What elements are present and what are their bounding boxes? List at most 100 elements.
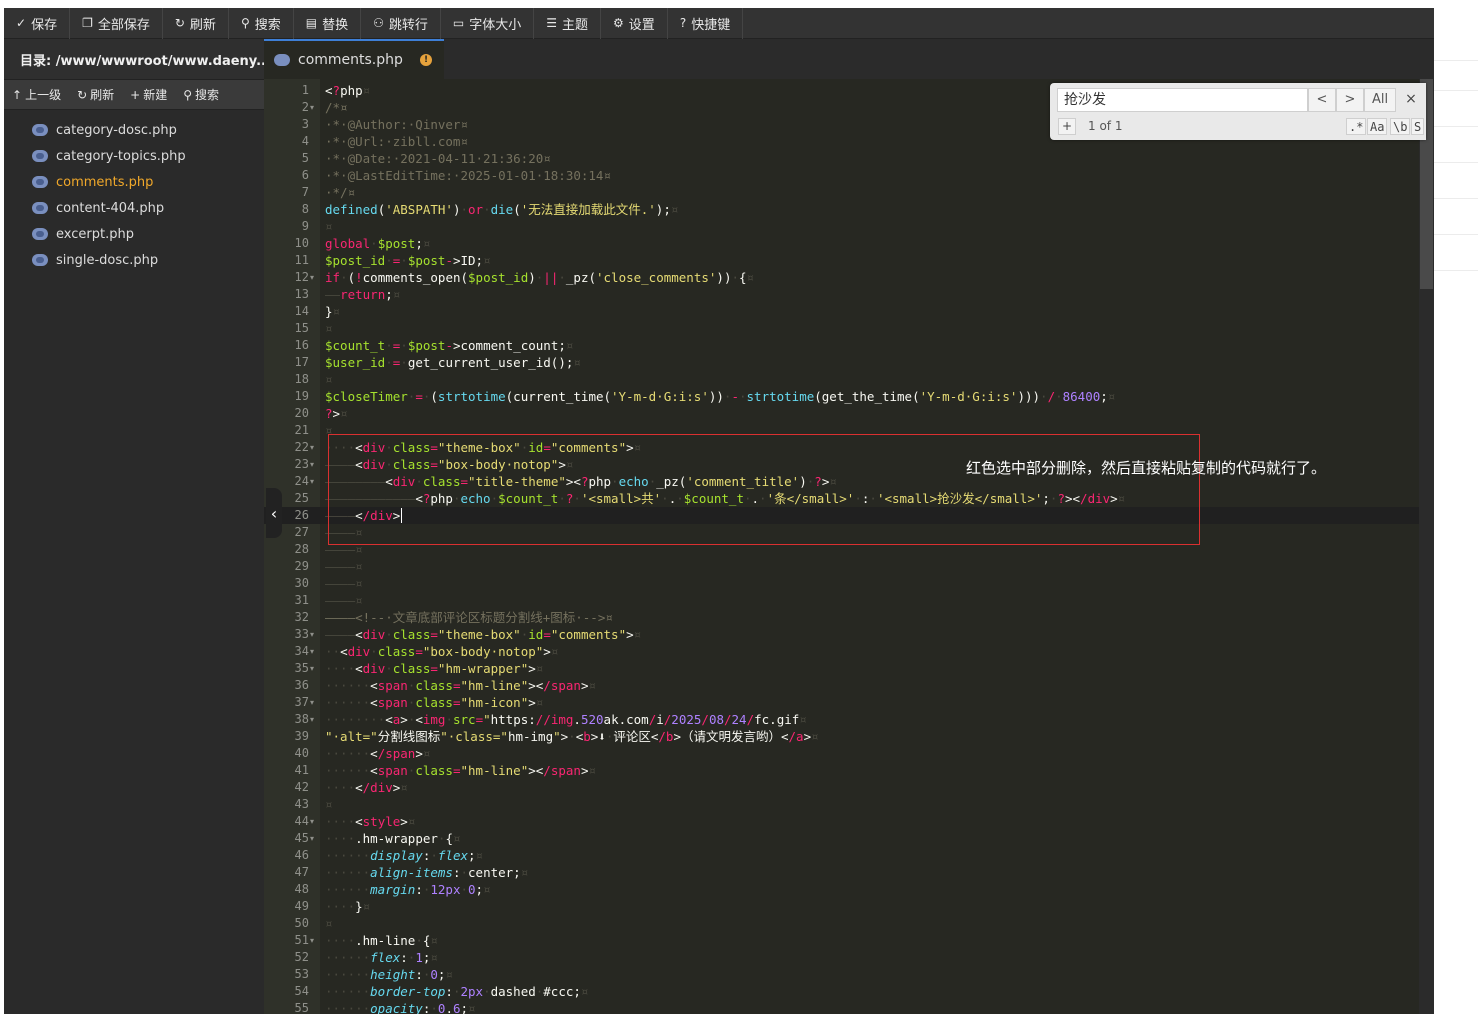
replace-button[interactable]: ▤ 替换 xyxy=(294,8,362,39)
code-line[interactable]: 16 $count_t·=·$post->comment_count;¤ xyxy=(264,337,1419,354)
code-line[interactable]: 15 ¤ xyxy=(264,320,1419,337)
code-line[interactable]: 44 ▾ ····<style>¤ xyxy=(264,813,1419,830)
fold-arrow-icon[interactable]: ▾ xyxy=(310,830,314,847)
shortcuts-button[interactable]: ? 快捷键 xyxy=(668,8,744,39)
code-line[interactable]: 46 ······display:·flex;¤ xyxy=(264,847,1419,864)
editor-scrollbar[interactable] xyxy=(1419,79,1434,1014)
code-line[interactable]: 10 global·$post;¤ xyxy=(264,235,1419,252)
code-line[interactable]: 54 ······border-top:·2px·dashed·#ccc;¤ xyxy=(264,983,1419,1000)
sidebar-search-icon: ⚲ xyxy=(183,87,193,102)
fold-arrow-icon[interactable]: ▾ xyxy=(310,439,314,456)
whole-word-toggle[interactable]: \b xyxy=(1390,118,1411,135)
find-all-button[interactable]: All xyxy=(1364,88,1396,112)
code-line[interactable]: 14}¤ xyxy=(264,303,1419,320)
fold-arrow-icon[interactable]: ▾ xyxy=(310,99,314,116)
code-line[interactable]: 47 ······align-items:·center;¤ xyxy=(264,864,1419,881)
fold-arrow-icon[interactable]: ▾ xyxy=(310,456,314,473)
code-line[interactable]: 5 ·*·@Date:·2021-04-11·21:36:20¤ xyxy=(264,150,1419,167)
fold-arrow-icon[interactable]: ▾ xyxy=(310,626,314,643)
fold-arrow-icon[interactable]: ▾ xyxy=(310,932,314,949)
line-number: 53 xyxy=(294,967,309,981)
strip-divider xyxy=(1434,198,1478,199)
fold-arrow-icon[interactable]: ▾ xyxy=(310,643,314,660)
fold-arrow-icon[interactable]: ▾ xyxy=(310,473,314,490)
goto-line-button[interactable]: ⚇ 跳转行 xyxy=(361,8,441,39)
code-line[interactable]: 7 ·*/¤ xyxy=(264,184,1419,201)
code-text: ····<div·class="hm-wrapper">¤ xyxy=(325,661,544,676)
code-line[interactable]: 40 ······</span>¤ xyxy=(264,745,1419,762)
close-search-icon[interactable]: × xyxy=(1402,88,1420,112)
file-item[interactable]: content-404.php xyxy=(4,195,264,221)
theme-button[interactable]: ☰ 主题 xyxy=(534,8,602,39)
file-item[interactable]: excerpt.php xyxy=(4,221,264,247)
line-number: 30 xyxy=(294,576,309,590)
file-item[interactable]: comments.php xyxy=(4,169,264,195)
fold-arrow-icon[interactable]: ▾ xyxy=(310,711,314,728)
regex-toggle[interactable]: .* xyxy=(1346,118,1367,135)
code-line[interactable]: 31 ————¤ xyxy=(264,592,1419,609)
code-line[interactable]: 19 $closeTimer·=·(strtotime(current_time(… xyxy=(264,388,1419,405)
code-line[interactable]: 29 ————¤ xyxy=(264,558,1419,575)
new-file-icon: + xyxy=(130,87,141,102)
code-line[interactable]: 41 ······<span·class="hm-line"></span>¤ xyxy=(264,762,1419,779)
settings-button[interactable]: ⚙ 设置 xyxy=(601,8,668,39)
find-next-button[interactable]: > xyxy=(1336,88,1364,112)
new-file-button[interactable]: + 新建 xyxy=(122,86,175,103)
code-line[interactable]: 18 ¤ xyxy=(264,371,1419,388)
code-line[interactable]: 37 ▾ ······<span·class="hm-icon">¤ xyxy=(264,694,1419,711)
code-line[interactable]: 33 ▾ ————<div·class="theme-box"·id="commen… xyxy=(264,626,1419,643)
refresh-button[interactable]: ↻ 刷新 xyxy=(163,8,229,39)
fold-arrow-icon[interactable]: ▾ xyxy=(310,269,314,286)
sidebar-search-button[interactable]: ⚲ 搜索 xyxy=(175,86,227,103)
tab-comments-php[interactable]: comments.php ! xyxy=(264,39,444,79)
search-input[interactable]: 抢沙发 xyxy=(1057,88,1308,112)
code-line[interactable]: 43 ¤ xyxy=(264,796,1419,813)
code-line[interactable]: 11 $post_id·=·$post->ID;¤ xyxy=(264,252,1419,269)
code-line[interactable]: 34 ▾ ··<div·class="box-body·notop">¤ xyxy=(264,643,1419,660)
find-previous-button[interactable]: < xyxy=(1308,88,1336,112)
search-button[interactable]: ⚲ 搜索 xyxy=(229,8,294,39)
code-line[interactable]: 55 ······opacity:·0.6;¤ xyxy=(264,1000,1419,1014)
code-line[interactable]: 17 $user_id·=·get_current_user_id();¤ xyxy=(264,354,1419,371)
file-item[interactable]: single-dosc.php xyxy=(4,247,264,273)
case-sensitive-toggle[interactable]: Aa xyxy=(1367,118,1388,135)
code-line[interactable]: 12 ▾ if·(!comments_open($post_id)·||·_pz('… xyxy=(264,269,1419,286)
code-editor[interactable]: 1 <?php¤ 2 ▾/*¤ 3 ·*·@Author:·Qinver¤ 4 ·*·@Url… xyxy=(264,79,1434,1014)
file-item[interactable]: category-dosc.php xyxy=(4,117,264,143)
code-line[interactable]: 53 ······height:·0;¤ xyxy=(264,966,1419,983)
code-text: ————¤ xyxy=(325,559,363,574)
file-item[interactable]: category-topics.php xyxy=(4,143,264,169)
collapse-sidebar-icon[interactable]: ‹ xyxy=(266,488,282,538)
code-line[interactable]: 36 ······<span·class="hm-line"></span>¤ xyxy=(264,677,1419,694)
code-line[interactable]: 51 ▾ ····.hm-line·{¤ xyxy=(264,932,1419,949)
code-line[interactable]: 38 ▾ ········<a>·<img·src="https://img.520… xyxy=(264,711,1419,728)
code-line[interactable]: 13 ——return;¤ xyxy=(264,286,1419,303)
code-text: $user_id·=·get_current_user_id();¤ xyxy=(325,355,581,370)
code-line[interactable]: 42 ····</div>¤ xyxy=(264,779,1419,796)
save-button[interactable]: ✓ 保存 xyxy=(4,8,71,39)
fold-arrow-icon[interactable]: ▾ xyxy=(310,694,314,711)
code-line[interactable]: 52 ······flex:·1;¤ xyxy=(264,949,1419,966)
code-line[interactable]: 39 "·alt="分割线图标"·class="hm-img">·<b>⬇·评论区… xyxy=(264,728,1419,745)
parent-dir-button[interactable]: ↑ 上一级 xyxy=(4,86,69,103)
code-line[interactable]: 6 ·*·@LastEditTime:·2025-01-01·18:30:14¤ xyxy=(264,167,1419,184)
code-line[interactable]: 45 ▾ ····.hm-wrapper·{¤ xyxy=(264,830,1419,847)
code-line[interactable]: 8 defined('ABSPATH')·or·die('无法直接加载此文件.')… xyxy=(264,201,1419,218)
code-line[interactable]: 30 ————¤ xyxy=(264,575,1419,592)
code-line[interactable]: 20 ?>¤ xyxy=(264,405,1419,422)
line-number: 31 xyxy=(294,593,309,607)
code-line[interactable]: 35 ▾ ····<div·class="hm-wrapper">¤ xyxy=(264,660,1419,677)
sidebar-refresh-button[interactable]: ↻ 刷新 xyxy=(69,86,122,103)
fold-arrow-icon[interactable]: ▾ xyxy=(310,813,314,830)
toolbar-label: 替换 xyxy=(322,17,349,33)
fold-arrow-icon[interactable]: ▾ xyxy=(310,660,314,677)
code-line[interactable]: 49 ····}¤ xyxy=(264,898,1419,915)
font-size-button[interactable]: ▭ 字体大小 xyxy=(441,8,535,39)
code-line[interactable]: 48 ······margin:·12px·0;¤ xyxy=(264,881,1419,898)
code-line[interactable]: 32 ————<!--·文章底部评论区标题分割线+图标·-->¤ xyxy=(264,609,1419,626)
search-in-selection-toggle[interactable]: S xyxy=(1411,118,1425,135)
code-line[interactable]: 9 ¤ xyxy=(264,218,1419,235)
code-line[interactable]: 50 ¤ xyxy=(264,915,1419,932)
toggle-replace-button[interactable]: + xyxy=(1058,118,1076,135)
save-all-button[interactable]: ❐ 全部保存 xyxy=(70,8,163,39)
